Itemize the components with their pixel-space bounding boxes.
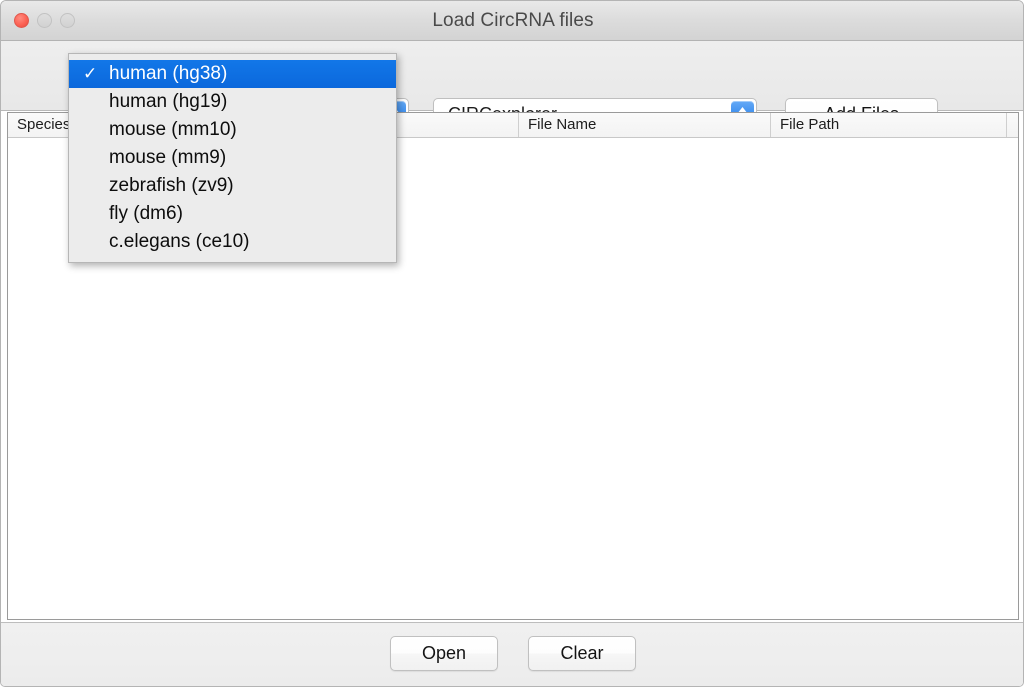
menu-item-label: zebrafish (zv9) [109,175,234,196]
column-header-spacer [1006,113,1018,137]
column-header-file-path[interactable]: File Path [770,113,1006,137]
menu-item-label: mouse (mm9) [109,147,227,168]
load-circrna-dialog: Load CircRNA files human (hg38) CIRCexpl… [0,0,1024,687]
menu-item-species[interactable]: ✓ human (hg38) [69,60,396,88]
window-titlebar: Load CircRNA files [1,1,1023,41]
menu-item-label: human (hg19) [109,91,228,112]
menu-item-label: c.elegans (ce10) [109,231,250,252]
column-header-file-name[interactable]: File Name [518,113,770,137]
menu-item-species[interactable]: mouse (mm10) [69,116,396,144]
dialog-footer: Open Clear [1,622,1023,686]
window-title: Load CircRNA files [432,10,594,31]
menu-item-species[interactable]: fly (dm6) [69,200,396,228]
species-dropdown-menu[interactable]: ✓ human (hg38) human (hg19) mouse (mm10) mou… [68,53,397,263]
menu-item-label: mouse (mm10) [109,119,237,140]
menu-item-label: fly (dm6) [109,203,183,224]
menu-item-species[interactable]: human (hg19) [69,88,396,116]
menu-item-species[interactable]: zebrafish (zv9) [69,172,396,200]
menu-item-species[interactable]: mouse (mm9) [69,144,396,172]
menu-item-label: human (hg38) [109,63,228,84]
open-button[interactable]: Open [390,636,498,671]
clear-button[interactable]: Clear [528,636,636,671]
menu-item-species[interactable]: c.elegans (ce10) [69,228,396,256]
checkmark-icon: ✓ [83,64,98,83]
